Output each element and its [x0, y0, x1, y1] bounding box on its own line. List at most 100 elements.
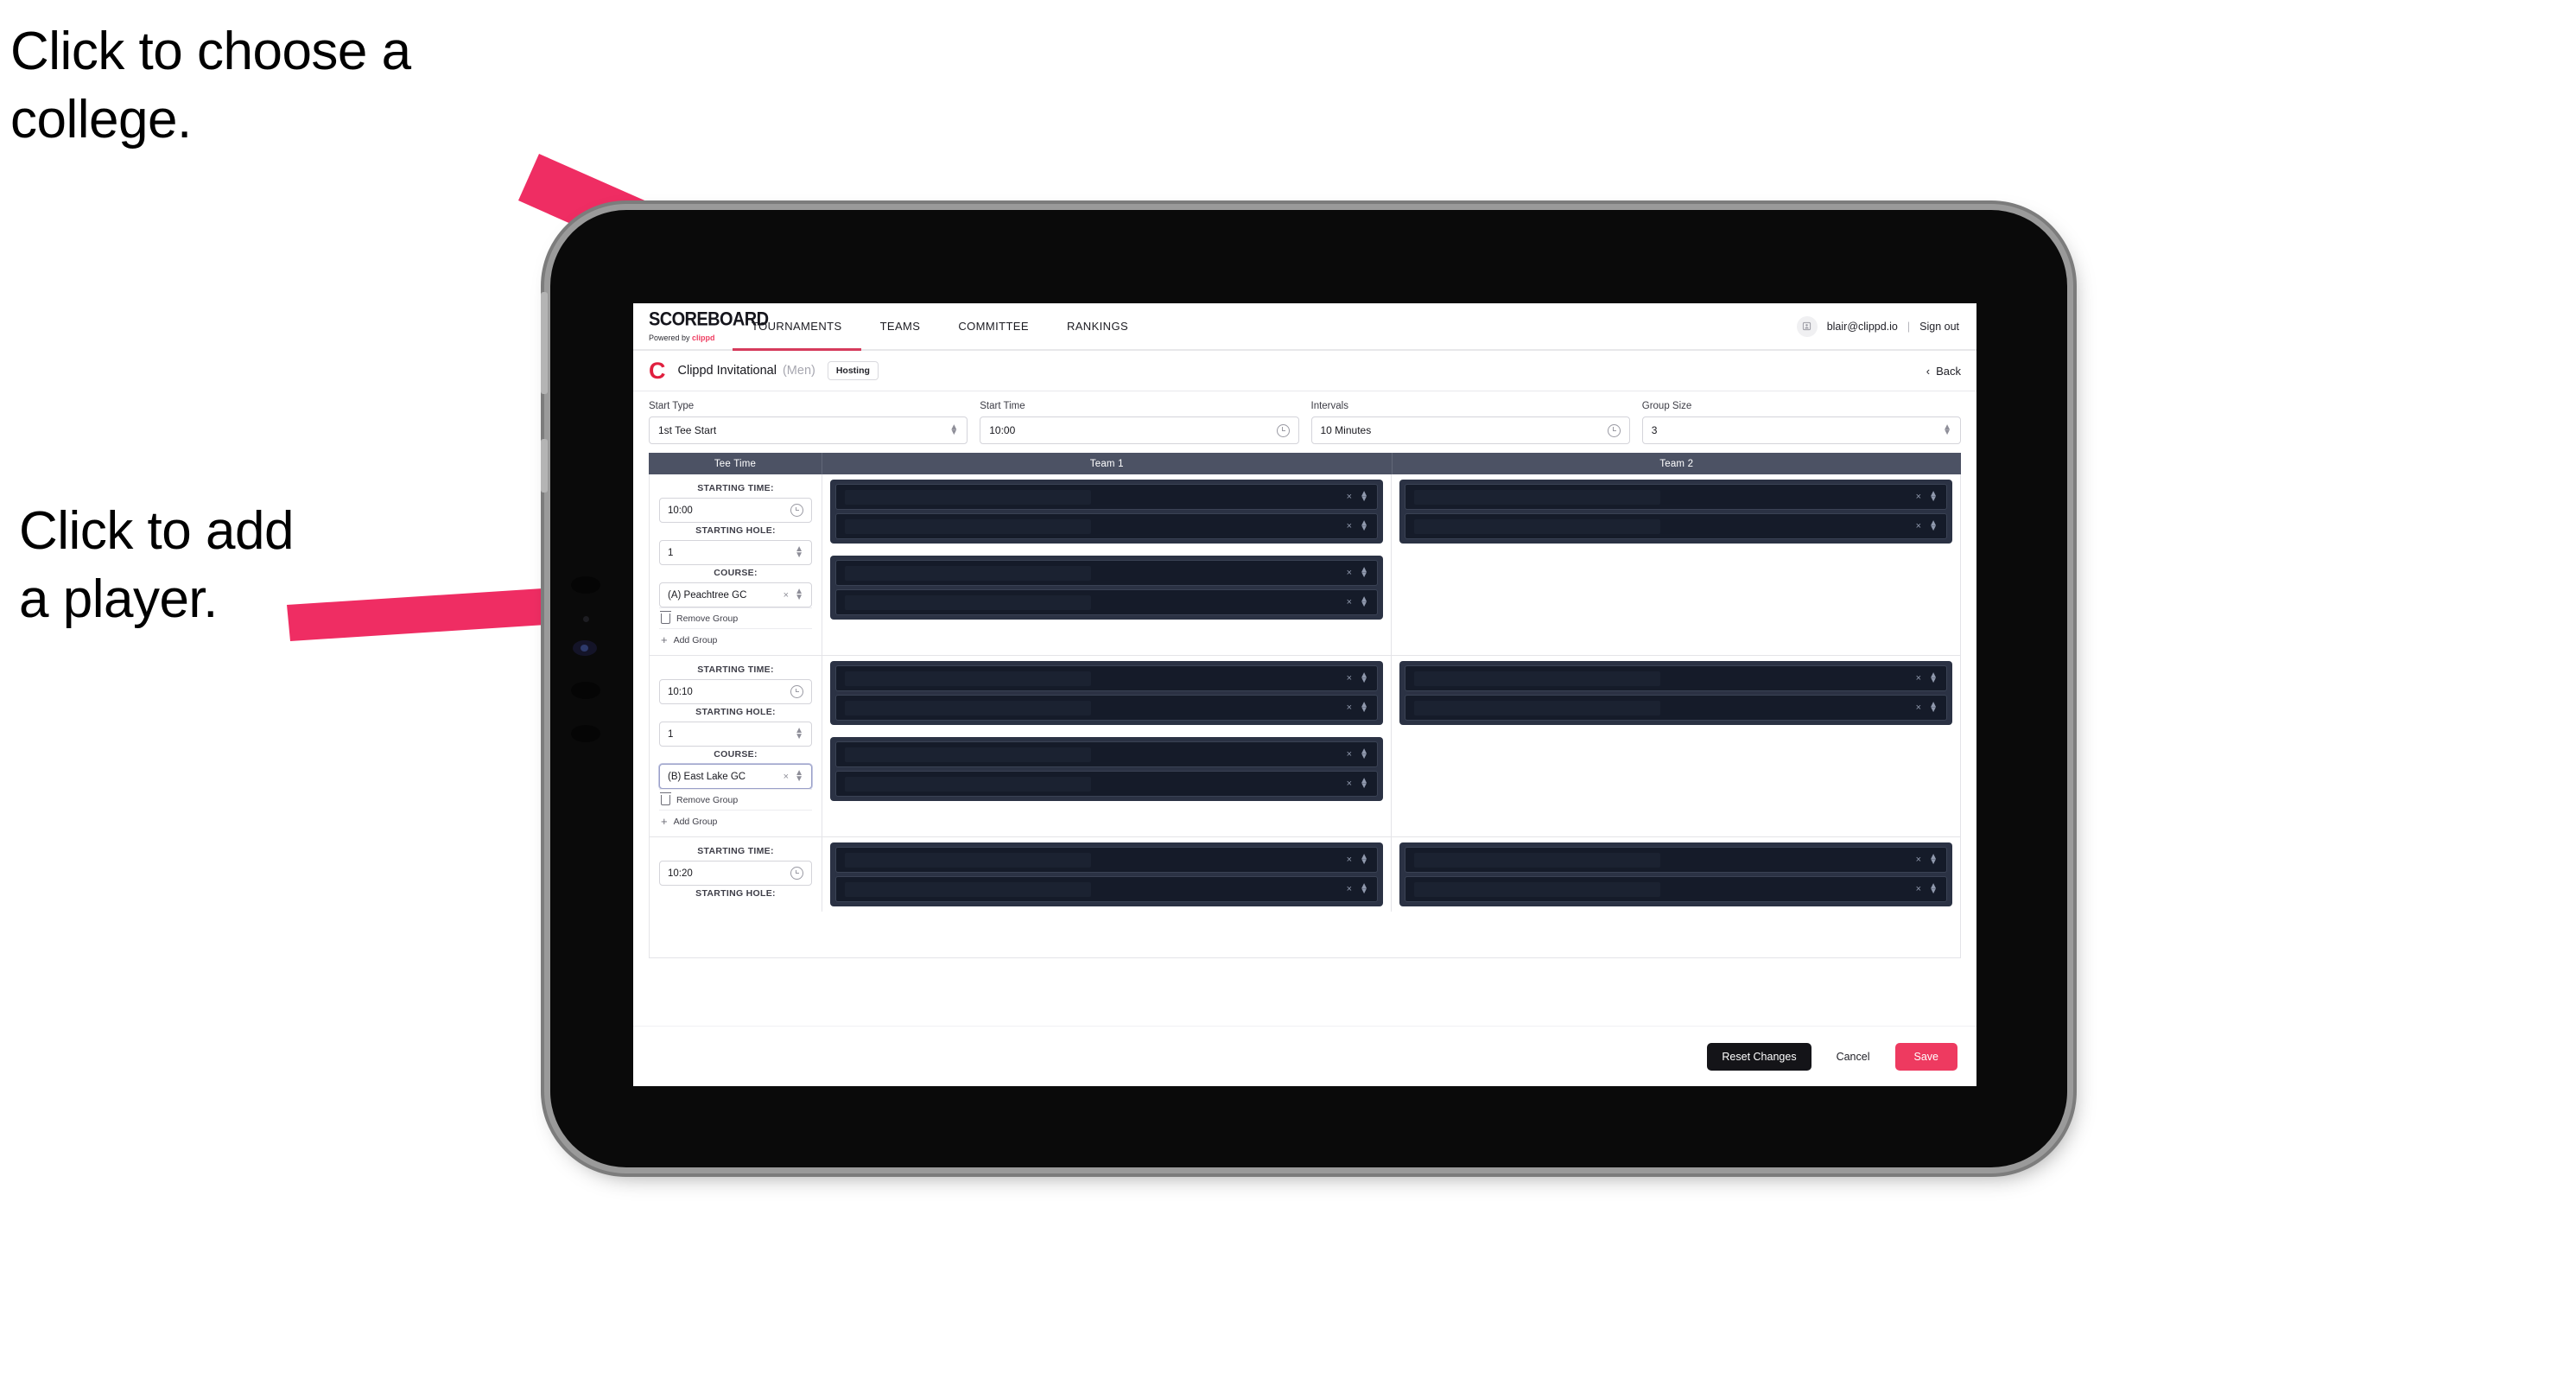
clear-icon[interactable]: × — [1347, 492, 1352, 502]
chevron-updown-icon[interactable]: ▲ ▼ — [1360, 852, 1368, 867]
start-type-select[interactable]: 1st Tee Start ▲ ▼ — [649, 416, 968, 444]
player-slot-row[interactable]: × ▲ ▼ — [1405, 665, 1947, 691]
group-size-select[interactable]: 3 ▲ ▼ — [1641, 416, 1961, 444]
team1-player-group[interactable]: × ▲ ▼ × ▲ ▼ — [830, 556, 1383, 620]
chevron-updown-icon[interactable]: ▲ ▼ — [1929, 700, 1938, 715]
starting-hole-input[interactable]: 1 ▲ ▼ — [659, 722, 812, 747]
clear-icon[interactable]: × — [1916, 673, 1921, 683]
nav-tab-teams[interactable]: TEAMS — [861, 303, 940, 349]
clear-icon[interactable]: × — [1347, 521, 1352, 531]
clear-icon[interactable]: × — [1347, 884, 1352, 894]
scoreboard-logo[interactable]: SCOREBOARD Powered by clippd — [633, 303, 769, 349]
chevron-updown-icon[interactable]: ▲ ▼ — [1929, 852, 1938, 867]
player-name-redacted — [845, 489, 1091, 505]
clear-icon[interactable]: × — [1347, 568, 1352, 578]
clear-icon[interactable]: × — [1347, 597, 1352, 607]
chevron-updown-icon[interactable]: ▲ ▼ — [1929, 671, 1938, 685]
sign-out-link[interactable]: Sign out — [1919, 321, 1959, 333]
start-time-input[interactable]: 10:00 — [980, 416, 1299, 444]
course-select[interactable]: (A) Peachtree GC × ▲ ▼ — [659, 582, 812, 607]
player-slot-row[interactable]: × ▲ ▼ — [1405, 695, 1947, 721]
clear-icon[interactable]: × — [1916, 492, 1921, 502]
remove-group-button[interactable]: Remove Group — [659, 789, 812, 810]
team1-player-group[interactable]: × ▲ ▼ × ▲ ▼ — [830, 661, 1383, 725]
player-slot-row[interactable]: × ▲ ▼ — [835, 741, 1378, 767]
nav-tab-tournaments[interactable]: TOURNAMENTS — [733, 303, 861, 351]
add-group-label: Add Group — [673, 816, 718, 827]
clear-icon[interactable]: × — [1347, 855, 1352, 865]
course-field-icons: × ▲ ▼ — [784, 588, 803, 602]
team1-player-group[interactable]: × ▲ ▼ × ▲ ▼ — [830, 842, 1383, 906]
remove-group-button[interactable]: Remove Group — [659, 607, 812, 628]
course-select[interactable]: (B) East Lake GC × ▲ ▼ — [659, 764, 812, 789]
cancel-button[interactable]: Cancel — [1825, 1043, 1881, 1071]
clear-icon[interactable]: × — [1347, 779, 1352, 789]
chevron-updown-icon[interactable]: ▲ ▼ — [1929, 518, 1938, 533]
chevron-updown-icon[interactable]: ▲ ▼ — [1929, 489, 1938, 504]
player-slot-row[interactable]: × ▲ ▼ — [835, 560, 1378, 586]
starting-time-input[interactable]: 10:20 — [659, 861, 812, 886]
player-slot-row[interactable]: × ▲ ▼ — [835, 771, 1378, 797]
clock-icon — [790, 504, 803, 517]
player-slot-row[interactable]: × ▲ ▼ — [835, 484, 1378, 510]
player-slot-row[interactable]: × ▲ ▼ — [835, 513, 1378, 539]
volume-button[interactable] — [541, 439, 548, 493]
clear-icon[interactable]: × — [1347, 703, 1352, 713]
player-slot-row[interactable]: × ▲ ▼ — [1405, 847, 1947, 873]
chevron-updown-icon[interactable]: ▲ ▼ — [795, 588, 803, 602]
player-slot-row[interactable]: × ▲ ▼ — [835, 695, 1378, 721]
team2-player-group[interactable]: × ▲ ▼ × ▲ ▼ — [1399, 661, 1952, 725]
team2-player-group[interactable]: × ▲ ▼ × ▲ ▼ — [1399, 842, 1952, 906]
player-slot-row[interactable]: × ▲ ▼ — [1405, 484, 1947, 510]
chevron-updown-icon[interactable]: ▲ ▼ — [1929, 881, 1938, 896]
chevron-updown-icon[interactable]: ▲ ▼ — [1360, 489, 1368, 504]
chevron-updown-icon[interactable]: ▲ ▼ — [795, 769, 803, 784]
front-camera-icon — [573, 640, 597, 656]
avatar[interactable] — [1796, 315, 1818, 337]
clear-icon[interactable]: × — [784, 590, 789, 601]
player-slot-row[interactable]: × ▲ ▼ — [835, 876, 1378, 902]
chevron-updown-icon[interactable]: ▲ ▼ — [795, 727, 803, 741]
starting-time-input[interactable]: 10:00 — [659, 498, 812, 523]
add-group-button[interactable]: + Add Group — [659, 810, 812, 831]
player-slot-row[interactable]: × ▲ ▼ — [1405, 513, 1947, 539]
chevron-updown-icon[interactable]: ▲ ▼ — [1360, 747, 1368, 761]
player-slot-row[interactable]: × ▲ ▼ — [835, 665, 1378, 691]
back-button-label: Back — [1936, 364, 1961, 378]
nav-tab-committee[interactable]: COMMITTEE — [939, 303, 1048, 349]
tee-times-table[interactable]: STARTING TIME: 10:00 STARTING HOLE: 1 ▲ ▼ COUR… — [649, 474, 1961, 958]
team2-player-group[interactable]: × ▲ ▼ × ▲ ▼ — [1399, 480, 1952, 544]
add-group-button[interactable]: + Add Group — [659, 628, 812, 650]
chevron-updown-icon[interactable]: ▲ ▼ — [1360, 881, 1368, 896]
starting-time-input[interactable]: 10:10 — [659, 679, 812, 704]
reset-changes-button[interactable]: Reset Changes — [1707, 1042, 1811, 1071]
chevron-updown-icon[interactable]: ▲ ▼ — [1360, 671, 1368, 685]
course-label: COURSE: — [714, 568, 758, 578]
save-button[interactable]: Save — [1894, 1042, 1957, 1071]
chevron-updown-icon[interactable]: ▲ ▼ — [1360, 594, 1368, 609]
course-value: (A) Peachtree GC — [668, 589, 747, 601]
back-button[interactable]: ‹ Back — [1926, 365, 1961, 378]
chevron-updown-icon[interactable]: ▲ ▼ — [1360, 776, 1368, 791]
team1-player-group[interactable]: × ▲ ▼ × ▲ ▼ — [830, 480, 1383, 544]
clear-icon[interactable]: × — [1347, 673, 1352, 683]
clear-icon[interactable]: × — [1916, 855, 1921, 865]
player-slot-row[interactable]: × ▲ ▼ — [835, 589, 1378, 615]
chevron-updown-icon[interactable]: ▲ ▼ — [795, 545, 803, 560]
team1-player-group[interactable]: × ▲ ▼ × ▲ ▼ — [830, 737, 1383, 801]
player-slot-row[interactable]: × ▲ ▼ — [1405, 876, 1947, 902]
intervals-input[interactable]: 10 Minutes — [1310, 416, 1630, 444]
chevron-updown-icon[interactable]: ▲ ▼ — [1360, 565, 1368, 580]
add-group-label: Add Group — [673, 634, 718, 645]
clear-icon[interactable]: × — [1347, 749, 1352, 760]
chevron-updown-icon[interactable]: ▲ ▼ — [1360, 700, 1368, 715]
chevron-updown-icon[interactable]: ▲ ▼ — [1360, 518, 1368, 533]
power-button[interactable] — [541, 292, 548, 394]
clear-icon[interactable]: × — [1916, 521, 1921, 531]
clear-icon[interactable]: × — [1916, 703, 1921, 713]
nav-tab-rankings[interactable]: RANKINGS — [1048, 303, 1147, 349]
clear-icon[interactable]: × — [784, 772, 789, 782]
clear-icon[interactable]: × — [1916, 884, 1921, 894]
starting-hole-input[interactable]: 1 ▲ ▼ — [659, 540, 812, 565]
player-slot-row[interactable]: × ▲ ▼ — [835, 847, 1378, 873]
